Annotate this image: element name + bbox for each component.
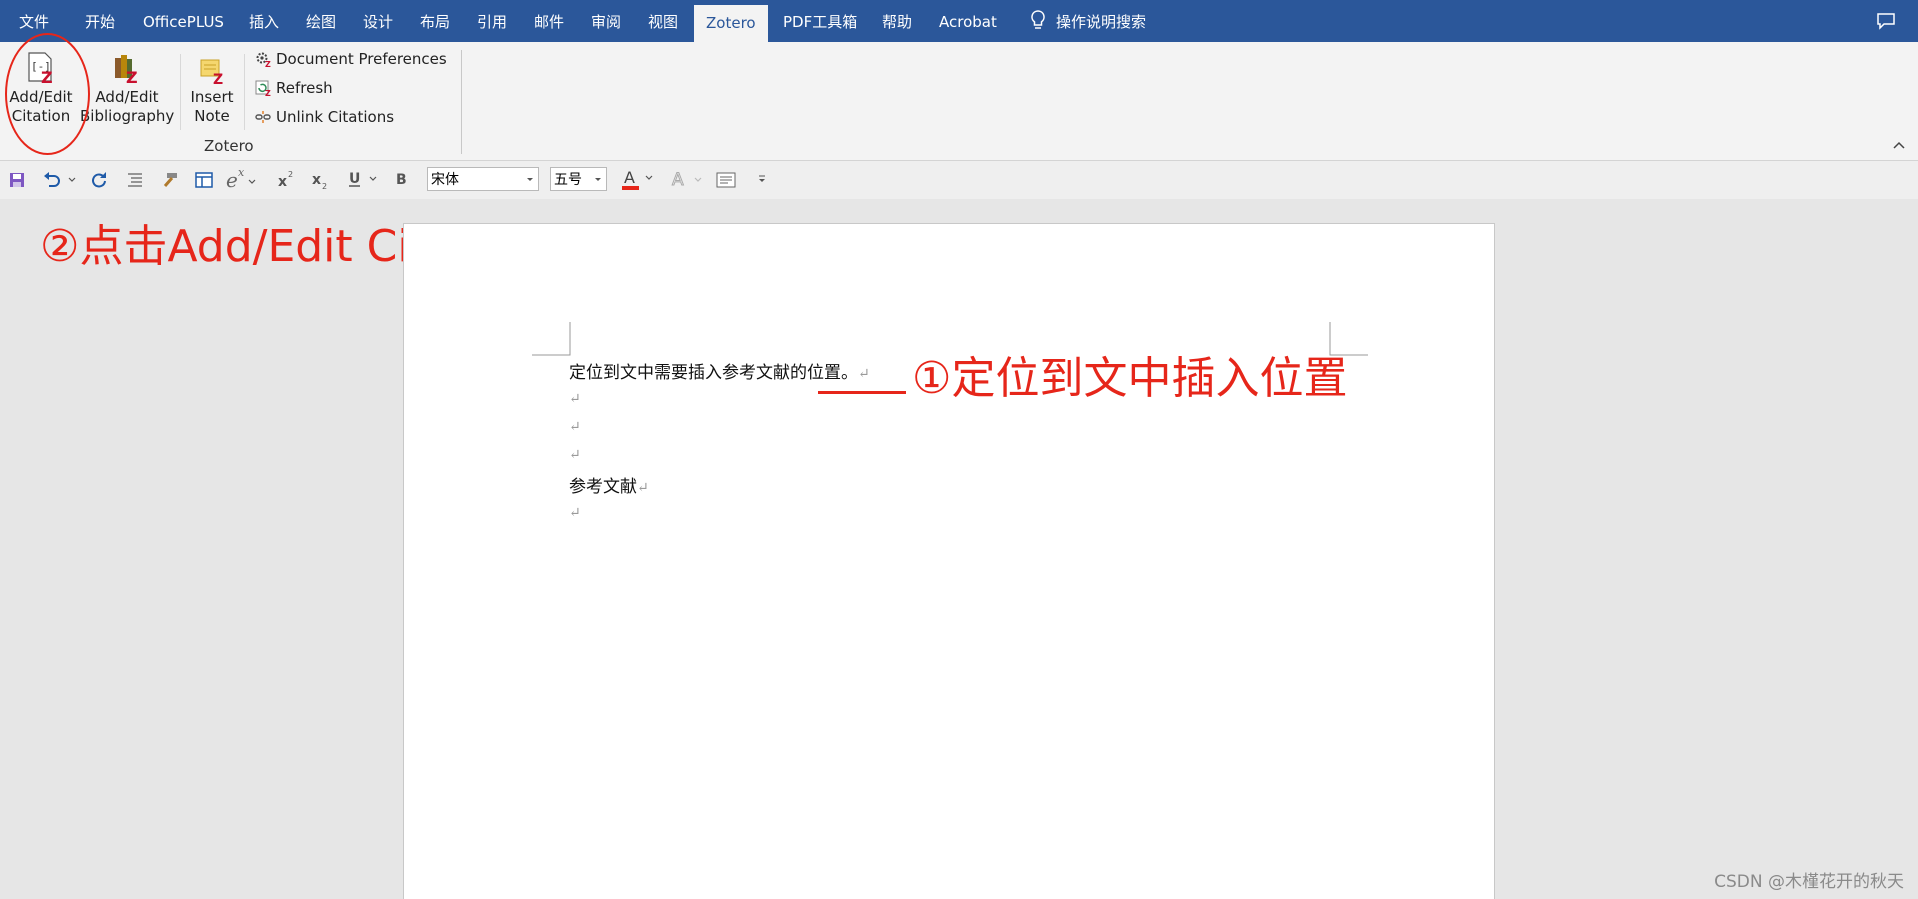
paragraph-mark: ↵ <box>569 391 581 407</box>
save-icon[interactable] <box>9 172 25 188</box>
svg-text:x: x <box>278 174 287 188</box>
superscript-icon[interactable]: x2 <box>277 168 297 188</box>
paragraph-mark: ↵ <box>569 505 581 521</box>
insert-note-button[interactable]: Z Insert Note <box>184 58 240 126</box>
undo-dropdown-icon[interactable] <box>68 177 76 183</box>
document-line-2[interactable]: ↵ <box>569 388 581 408</box>
refresh-label: Refresh <box>276 79 333 97</box>
collapse-ribbon-icon[interactable] <box>1892 140 1906 150</box>
svg-text:Z: Z <box>126 68 138 84</box>
paragraph-mark: ↵ <box>858 366 870 382</box>
font-size-value: 五号 <box>554 172 582 188</box>
refresh-icon: Z <box>255 80 271 98</box>
zotero-note-icon: Z <box>200 59 223 84</box>
chevron-down-icon <box>595 178 601 181</box>
document-preferences-label: Document Preferences <box>276 50 447 68</box>
chevron-down-icon <box>527 178 533 181</box>
tab-pdf-toolbox[interactable]: PDF工具箱 <box>783 0 857 42</box>
svg-text:Z: Z <box>265 60 271 67</box>
tab-officeplus[interactable]: OfficePLUS <box>143 0 224 42</box>
tab-help[interactable]: 帮助 <box>882 0 912 42</box>
svg-text:A: A <box>672 170 684 190</box>
paragraph-format-icon[interactable] <box>127 172 145 188</box>
tab-mailings[interactable]: 邮件 <box>534 0 564 42</box>
equation-icon[interactable]: ex <box>225 166 257 190</box>
tab-zotero[interactable]: Zotero <box>694 5 768 42</box>
paragraph-mark: ↵ <box>637 480 649 496</box>
subscript-icon[interactable]: x2 <box>311 168 331 190</box>
comment-icon[interactable] <box>1876 12 1896 30</box>
text-effect-icon[interactable]: A <box>670 167 706 191</box>
tab-references[interactable]: 引用 <box>477 0 507 42</box>
gear-icon: Z <box>256 52 271 69</box>
tab-draw[interactable]: 绘图 <box>306 0 336 42</box>
zotero-bibliography-icon: Z <box>115 55 138 84</box>
tab-design[interactable]: 设计 <box>363 0 393 42</box>
format-painter-icon[interactable] <box>161 172 179 188</box>
svg-text:U: U <box>349 171 360 187</box>
svg-text:Z: Z <box>213 72 223 84</box>
svg-text:e: e <box>226 168 238 190</box>
undo-icon[interactable] <box>43 172 61 188</box>
ribbon-tab-bar: 文件 开始 OfficePLUS 插入 绘图 设计 布局 引用 邮件 审阅 视图… <box>0 0 1918 42</box>
svg-text:2: 2 <box>322 182 327 190</box>
annotation-underline <box>818 391 906 394</box>
tab-review[interactable]: 审阅 <box>591 0 621 42</box>
annotation-step1: ①定位到文中插入位置 <box>912 353 1348 404</box>
insert-note-label-2: Note <box>194 107 230 125</box>
tell-me-search[interactable]: 操作说明搜索 <box>1030 0 1146 42</box>
document-line-3[interactable]: ↵ <box>569 416 581 436</box>
font-color-icon[interactable]: A <box>621 167 657 191</box>
document-page[interactable]: 定位到文中需要插入参考文献的位置。↵ ↵ ↵ ↵ 参考文献↵ ↵ <box>403 223 1495 899</box>
svg-text:B: B <box>396 172 407 188</box>
document-line-6[interactable]: ↵ <box>569 502 581 522</box>
svg-text:x: x <box>312 172 321 188</box>
watermark: CSDN @木槿花开的秋天 <box>1714 872 1904 892</box>
quick-access-toolbar: ex x2 x2 U B 宋体 五号 A A <box>0 161 1918 199</box>
redo-icon[interactable] <box>91 172 107 188</box>
add-edit-bibliography-button[interactable]: Z Add/Edit Bibliography <box>80 52 174 126</box>
tab-insert[interactable]: 插入 <box>249 0 279 42</box>
ribbon-separator <box>180 54 181 130</box>
document-line-1[interactable]: 定位到文中需要插入参考文献的位置。↵ <box>569 358 870 383</box>
add-edit-bibliography-label-1: Add/Edit <box>95 88 159 106</box>
unlink-citations-label: Unlink Citations <box>276 108 395 126</box>
paragraph-mark: ↵ <box>569 419 581 435</box>
document-line-4[interactable]: ↵ <box>569 444 581 464</box>
font-name-select[interactable]: 宋体 <box>427 167 539 191</box>
unlink-citations-button[interactable]: Unlink Citations <box>255 105 394 129</box>
crop-mark-top-left <box>532 322 571 356</box>
font-name-value: 宋体 <box>431 172 459 188</box>
underline-icon[interactable]: U <box>348 168 378 188</box>
svg-text:Z: Z <box>265 89 271 96</box>
paragraph-mark: ↵ <box>569 447 581 463</box>
document-preferences-button[interactable]: Z Document Preferences <box>255 47 447 71</box>
tell-me-label: 操作说明搜索 <box>1056 13 1147 31</box>
svg-text:A: A <box>624 168 635 187</box>
tab-home[interactable]: 开始 <box>85 0 115 42</box>
ribbon-group-separator <box>461 50 462 154</box>
document-text: 定位到文中需要插入参考文献的位置。 <box>569 363 858 383</box>
svg-text:x: x <box>238 166 245 179</box>
document-text: 参考文献 <box>569 477 637 497</box>
layout-icon[interactable] <box>195 172 213 188</box>
text-box-icon[interactable] <box>716 172 736 188</box>
refresh-button[interactable]: Z Refresh <box>255 76 333 100</box>
lightbulb-icon <box>1031 10 1045 29</box>
insert-note-label-1: Insert <box>190 88 234 106</box>
tab-layout[interactable]: 布局 <box>420 0 450 42</box>
tab-view[interactable]: 视图 <box>648 0 678 42</box>
zotero-group-label: Zotero <box>204 137 254 155</box>
highlight-circle <box>5 33 90 155</box>
document-line-5[interactable]: 参考文献↵ <box>569 472 649 497</box>
unlink-icon <box>255 111 271 123</box>
bold-icon[interactable]: B <box>395 168 409 188</box>
customize-toolbar-icon[interactable] <box>758 175 766 183</box>
zotero-ribbon: [-] Z Add/Edit Citation Z Add/Edit Bibli… <box>0 42 1918 161</box>
add-edit-bibliography-label-2: Bibliography <box>80 107 175 125</box>
ribbon-separator <box>244 54 245 130</box>
tab-acrobat[interactable]: Acrobat <box>939 0 997 42</box>
font-size-select[interactable]: 五号 <box>550 167 607 191</box>
svg-text:2: 2 <box>288 170 293 179</box>
